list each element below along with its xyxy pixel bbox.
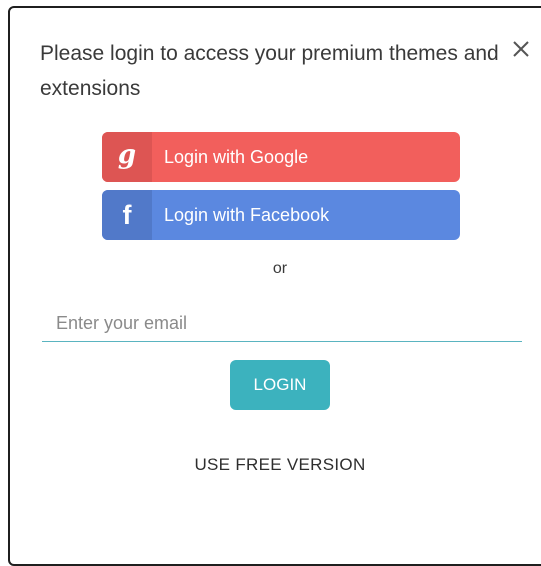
facebook-button-label: Login with Facebook [164,204,330,225]
google-icon: g [102,132,152,182]
login-with-google-button[interactable]: g Login with Google [102,132,460,182]
dialog-title: Please login to access your premium them… [40,42,499,100]
google-button-label: Login with Google [164,146,309,167]
login-button[interactable]: LOGIN [230,360,330,410]
login-with-facebook-button[interactable]: f Login with Facebook [102,190,460,240]
login-dialog: Please login to access your premium them… [8,6,541,566]
use-free-version-link[interactable]: USE FREE VERSION [10,455,541,475]
or-separator: or [272,260,288,277]
email-input[interactable] [42,306,522,342]
close-icon[interactable] [510,38,532,60]
facebook-icon: f [102,190,152,240]
